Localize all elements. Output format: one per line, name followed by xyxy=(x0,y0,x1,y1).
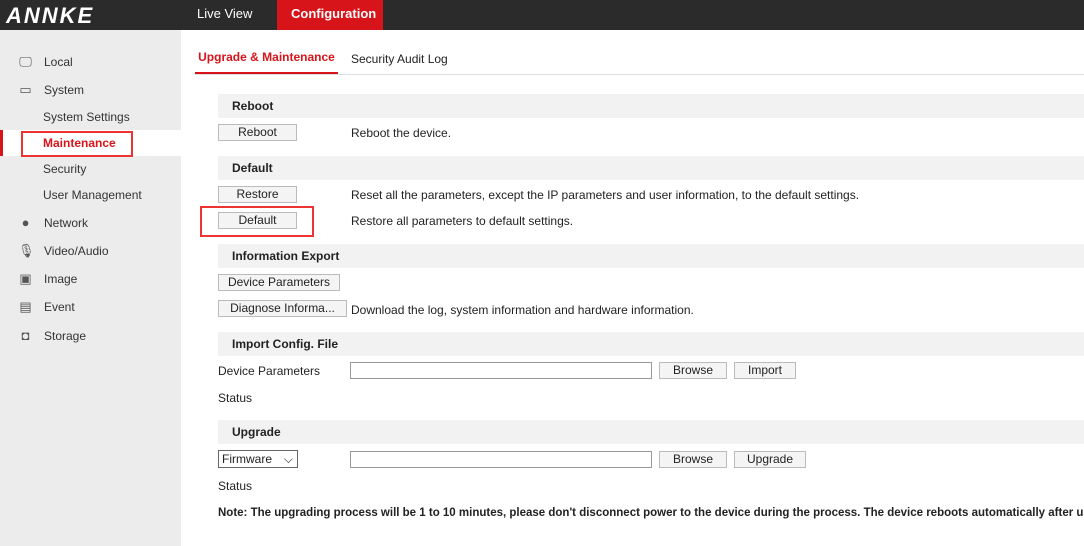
import-status-label: Status xyxy=(218,391,253,405)
restore-button[interactable]: Restore xyxy=(218,186,297,203)
section-information-export: Information Export xyxy=(218,244,1084,268)
upgrade-browse-button[interactable]: Browse xyxy=(659,451,727,468)
reboot-button[interactable]: Reboot xyxy=(218,124,297,141)
monitor-icon: 🖵 xyxy=(19,54,32,69)
sidebar-item-system[interactable]: ▭ System xyxy=(0,77,181,103)
default-button[interactable]: Default xyxy=(218,212,297,229)
sidebar-item-system-settings[interactable]: System Settings xyxy=(0,104,181,130)
section-default: Default xyxy=(218,156,1084,180)
upgrade-status-label: Status xyxy=(218,479,253,493)
window-icon: ▭ xyxy=(19,82,32,97)
restore-desc: Reset all the parameters, except the IP … xyxy=(351,188,860,202)
diagnose-desc: Download the log, system information and… xyxy=(351,303,694,317)
sidebar-item-user-management[interactable]: User Management xyxy=(0,182,181,208)
sidebar-item-local[interactable]: 🖵 Local xyxy=(0,49,181,75)
tab-divider xyxy=(195,74,1084,75)
calendar-icon: ▤ xyxy=(19,299,32,314)
sidebar: 🖵 Local ▭ System System Settings Maintenan… xyxy=(0,30,181,546)
chevron-down-icon: ⌵ xyxy=(283,452,293,466)
default-desc: Restore all parameters to default settin… xyxy=(351,214,574,228)
upgrade-type-select[interactable]: Firmware ⌵ xyxy=(218,450,298,468)
sidebar-item-security[interactable]: Security xyxy=(0,156,181,182)
image-icon: ▣ xyxy=(19,271,32,286)
logo: ANNKE xyxy=(6,3,95,28)
import-button[interactable]: Import xyxy=(734,362,796,379)
sidebar-item-image[interactable]: ▣ Image xyxy=(0,266,181,292)
import-label: Device Parameters xyxy=(218,364,321,378)
section-upgrade: Upgrade xyxy=(218,420,1084,444)
microphone-icon: 🎙 xyxy=(18,243,35,258)
upgrade-file-input[interactable] xyxy=(350,451,652,468)
top-bar: ANNKE Live View Configuration xyxy=(0,0,1084,30)
section-reboot: Reboot xyxy=(218,94,1084,118)
import-file-input[interactable] xyxy=(350,362,652,379)
floppy-icon: ◘ xyxy=(21,328,30,343)
diagnose-information-button[interactable]: Diagnose Informa... xyxy=(218,300,347,317)
tab-upgrade-maintenance[interactable]: Upgrade & Maintenance xyxy=(195,50,338,74)
tab-security-audit-log[interactable]: Security Audit Log xyxy=(351,52,448,66)
import-browse-button[interactable]: Browse xyxy=(659,362,727,379)
sidebar-item-event[interactable]: ▤ Event xyxy=(0,294,181,320)
sidebar-item-video-audio[interactable]: 🎙 Video/Audio xyxy=(0,238,181,264)
section-import-config: Import Config. File xyxy=(218,332,1084,356)
upgrade-note: Note: The upgrading process will be 1 to… xyxy=(218,507,1084,519)
upgrade-button[interactable]: Upgrade xyxy=(734,451,806,468)
selected-indicator xyxy=(0,130,3,156)
globe-icon: ● xyxy=(21,215,30,230)
sidebar-item-storage[interactable]: ◘ Storage xyxy=(0,323,181,349)
sidebar-item-maintenance[interactable]: Maintenance xyxy=(0,130,181,157)
reboot-desc: Reboot the device. xyxy=(351,126,452,140)
sidebar-item-network[interactable]: ● Network xyxy=(0,210,181,236)
nav-configuration[interactable]: Configuration xyxy=(277,0,383,30)
device-parameters-button[interactable]: Device Parameters xyxy=(218,274,340,291)
nav-live-view[interactable]: Live View xyxy=(183,0,266,30)
